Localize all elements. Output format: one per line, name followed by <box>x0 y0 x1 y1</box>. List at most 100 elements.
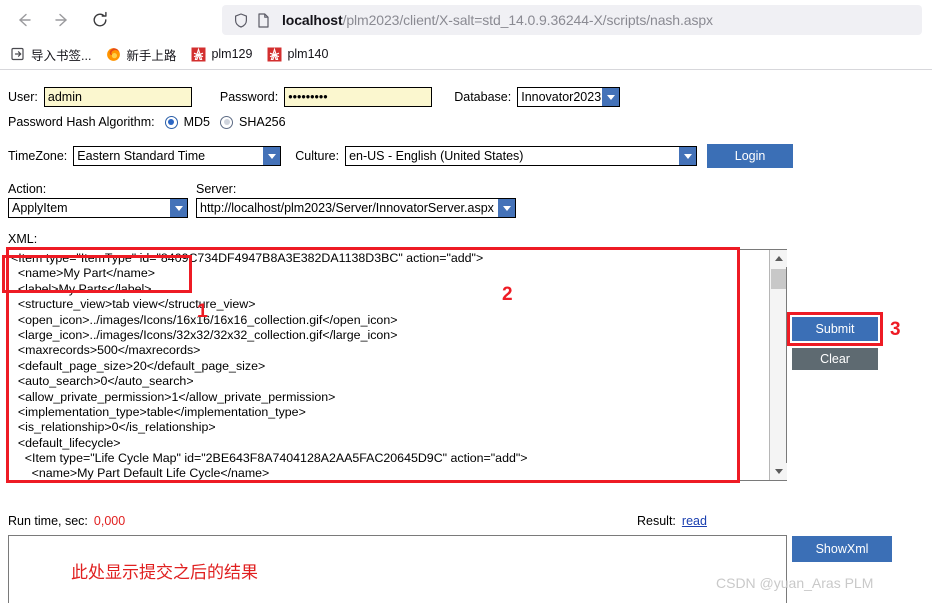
arrow-right-icon <box>53 11 71 29</box>
password-hash-label: Password Hash Algorithm: <box>8 115 155 129</box>
browser-chrome: localhost/plm2023/client/X-salt=std_14.0… <box>0 0 932 70</box>
submit-button-label: Submit <box>815 322 855 336</box>
annotation-number-2: 2 <box>502 284 513 305</box>
xml-line: <default_lifecycle> <box>11 435 121 450</box>
xml-line: <open_icon>../images/Icons/16x16/16x16_c… <box>11 312 398 327</box>
result-row: Result: read <box>637 514 707 528</box>
address-bar[interactable]: localhost/plm2023/client/X-salt=std_14.0… <box>222 5 922 35</box>
url-host: localhost <box>282 12 343 28</box>
runtime-value: 0,000 <box>93 514 126 528</box>
action-value: ApplyItem <box>12 201 68 215</box>
showxml-button-label: ShowXml <box>815 542 869 556</box>
server-label: Server: <box>196 182 237 196</box>
aras-innovator-icon <box>190 46 206 62</box>
password-hash-row: Password Hash Algorithm: MD5 SHA256 <box>8 115 286 129</box>
action-label: Action: <box>8 182 47 196</box>
action-dropdown[interactable]: ApplyItem <box>8 198 188 218</box>
bookmarks-bar: 导入书签... 新手上路 plm129 plm140 <box>0 40 932 68</box>
xml-line: <allow_private_permission>1</allow_priva… <box>11 389 336 404</box>
result-read-link[interactable]: read <box>682 514 707 528</box>
clear-button[interactable]: Clear <box>792 348 878 370</box>
bookmark-label: plm129 <box>211 47 253 61</box>
import-bookmarks-icon <box>10 46 26 62</box>
database-value: Innovator2023 <box>521 90 602 104</box>
xml-line: <label>My Parts</label> <box>11 281 152 296</box>
bookmark-label: plm140 <box>287 47 329 61</box>
password-input[interactable] <box>284 87 433 107</box>
bookmark-import[interactable]: 导入书签... <box>4 43 97 65</box>
page-document-icon[interactable] <box>254 11 272 29</box>
annotation-number-1: 1 <box>197 301 208 322</box>
user-input[interactable] <box>43 87 192 107</box>
runtime-label: Run time, sec: <box>8 514 88 528</box>
bookmark-plm140[interactable]: plm140 <box>260 43 334 65</box>
xml-label: XML: <box>8 232 38 246</box>
xml-line: <name>My Part Default Life Cycle</name> <box>11 466 270 480</box>
firefox-icon <box>105 46 121 62</box>
xml-line: <structure_view>tab view</structure_view… <box>11 297 256 312</box>
scroll-up-icon[interactable] <box>770 250 787 267</box>
login-button-label: Login <box>734 149 766 163</box>
timezone-row: TimeZone: Eastern Standard Time Culture:… <box>8 144 794 168</box>
xml-line: <Item type="ItemType" id="8409C734DF4947… <box>11 251 484 265</box>
result-output-box[interactable]: 此处显示提交之后的结果 <box>8 535 787 603</box>
result-label: Result: <box>637 514 676 528</box>
browser-navigation-bar: localhost/plm2023/client/X-salt=std_14.0… <box>0 0 932 40</box>
user-label: User: <box>8 90 38 104</box>
result-placeholder-note: 此处显示提交之后的结果 <box>71 563 258 583</box>
action-row: ApplyItem http://localhost/plm2023/Serve… <box>8 198 516 218</box>
showxml-button[interactable]: ShowXml <box>792 536 892 562</box>
back-button[interactable] <box>8 4 40 36</box>
bookmark-label: 新手上路 <box>126 48 177 63</box>
xml-line: <auto_search>0</auto_search> <box>11 374 194 389</box>
chevron-down-icon[interactable] <box>498 199 515 217</box>
login-row: User: Password: Database: Innovator2023 <box>8 87 621 107</box>
timezone-value: Eastern Standard Time <box>77 149 206 163</box>
culture-dropdown[interactable]: en-US - English (United States) <box>345 146 698 166</box>
scroll-down-icon[interactable] <box>770 463 787 480</box>
radio-md5-label: MD5 <box>183 115 210 129</box>
xml-line: <Item type="Life Cycle Map" id="2BE643F8… <box>11 451 528 466</box>
chevron-down-icon[interactable] <box>263 147 281 165</box>
password-label: Password: <box>219 90 279 104</box>
bookmark-plm129[interactable]: plm129 <box>184 43 258 65</box>
server-value: http://localhost/plm2023/Server/Innovato… <box>200 201 494 215</box>
xml-line: <large_icon>../images/Icons/32x32/32x32_… <box>11 327 398 342</box>
xml-line: <is_relationship>0</is_relationship> <box>11 420 216 435</box>
submit-button[interactable]: Submit <box>792 317 878 341</box>
url-path: /plm2023/client/X-salt=std_14.0.9.36244-… <box>342 12 713 28</box>
url-text: localhost/plm2023/client/X-salt=std_14.0… <box>282 12 713 28</box>
culture-value: en-US - English (United States) <box>349 149 524 163</box>
xml-scrollbar[interactable] <box>769 250 787 480</box>
arrow-left-icon <box>15 11 33 29</box>
xml-line: <maxrecords>500</maxrecords> <box>11 343 201 358</box>
bookmark-label: 导入书签... <box>31 48 92 63</box>
radio-sha256-label: SHA256 <box>239 115 286 129</box>
culture-label: Culture: <box>295 149 340 163</box>
radio-md5[interactable] <box>164 115 178 129</box>
xml-content[interactable]: <Item type="ItemType" id="8409C734DF4947… <box>9 250 769 480</box>
radio-sha256[interactable] <box>220 115 233 129</box>
aras-innovator-icon <box>266 46 282 62</box>
xml-line: <default_page_size>20</default_page_size… <box>11 358 266 373</box>
timezone-label: TimeZone: <box>8 149 68 163</box>
database-label: Database: <box>454 90 512 104</box>
reload-button[interactable] <box>84 4 116 36</box>
chevron-down-icon[interactable] <box>679 147 697 165</box>
chevron-down-icon[interactable] <box>602 88 620 106</box>
login-button[interactable]: Login <box>707 144 794 168</box>
xml-line: <implementation_type>table</implementati… <box>11 404 306 419</box>
runtime-row: Run time, sec: 0,000 <box>8 514 125 528</box>
scrollbar-thumb[interactable] <box>771 269 786 289</box>
xml-textarea[interactable]: <Item type="ItemType" id="8409C734DF4947… <box>8 249 787 481</box>
timezone-dropdown[interactable]: Eastern Standard Time <box>73 146 282 166</box>
forward-button[interactable] <box>46 4 78 36</box>
annotation-number-3: 3 <box>890 319 901 340</box>
chevron-down-icon[interactable] <box>170 199 187 217</box>
watermark: CSDN @yuan_Aras PLM <box>716 575 874 591</box>
shield-icon[interactable] <box>232 11 250 29</box>
server-dropdown[interactable]: http://localhost/plm2023/Server/Innovato… <box>196 198 516 218</box>
database-dropdown[interactable]: Innovator2023 <box>517 87 621 107</box>
bookmark-firefox-start[interactable]: 新手上路 <box>99 43 182 65</box>
nash-page: User: Password: Database: Innovator2023 … <box>0 70 932 603</box>
